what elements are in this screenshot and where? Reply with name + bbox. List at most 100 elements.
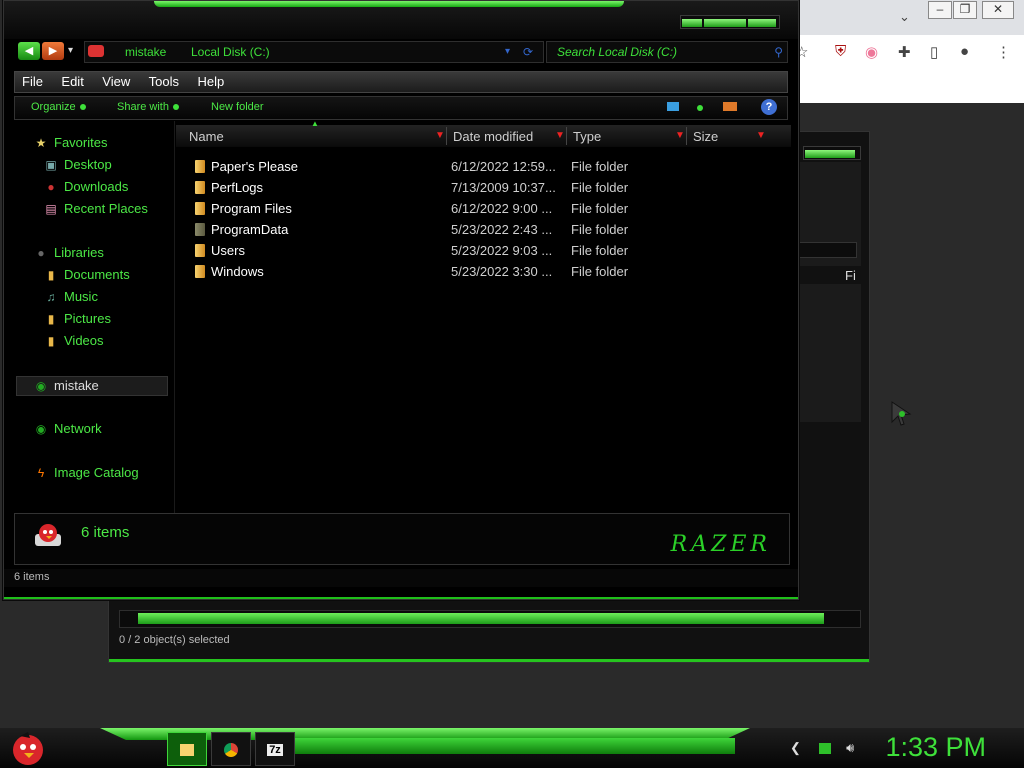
file-type: File folder — [571, 243, 629, 258]
title-bar[interactable] — [4, 1, 798, 39]
explorer-window: ◀ ▶ ▾ mistake Local Disk (C:) ▾ ⟳ Search… — [3, 0, 799, 600]
sidepanel-icon[interactable]: ▯ — [930, 43, 938, 61]
folder-icon — [195, 160, 205, 173]
file-row[interactable]: Windows 5/23/2022 3:30 ... File folder — [189, 262, 789, 283]
nav-image-catalog[interactable]: ϟ Image Catalog — [34, 465, 139, 480]
selection-status: 0 / 2 object(s) selected — [119, 634, 230, 646]
column-fragment: Fi — [845, 268, 856, 283]
chrome-window: ⌄ – ❐ ✕ ☆ ⛨ ◉ ✚ ▯ ● ⋮ — [795, 0, 1024, 103]
search-input[interactable]: Search Local Disk (C:) ⚲ — [546, 41, 788, 63]
nav-user-folder[interactable]: ◉ mistake — [34, 378, 99, 393]
search-icon[interactable]: ⚲ — [774, 42, 783, 62]
star-icon: ★ — [35, 135, 47, 150]
nav-favorites[interactable]: ★ Favorites — [34, 135, 108, 150]
file-row[interactable]: PerfLogs 7/13/2009 10:37... File folder — [189, 178, 789, 199]
minimize-button[interactable] — [682, 19, 702, 27]
view-dropdown-icon[interactable] — [697, 105, 703, 111]
menu-edit[interactable]: Edit — [54, 72, 90, 92]
nav-recent-places[interactable]: ▤ Recent Places — [44, 201, 148, 216]
nav-network[interactable]: ◉ Network — [34, 421, 102, 436]
sort-indicator-icon: ▲ — [311, 119, 319, 128]
preview-pane-icon[interactable] — [723, 102, 737, 111]
menu-view[interactable]: View — [95, 72, 137, 92]
file-row[interactable]: Users 5/23/2022 9:03 ... File folder — [189, 241, 789, 262]
file-row[interactable]: Program Files 6/12/2022 9:00 ... File fold… — [189, 199, 789, 220]
share-with-button[interactable]: Share with — [117, 101, 179, 113]
file-row[interactable]: ProgramData 5/23/2022 2:43 ... File folder — [189, 220, 789, 241]
file-date: 5/23/2022 3:30 ... — [451, 264, 553, 279]
command-bar: Organize Share with New folder ? — [14, 96, 788, 120]
chrome-icon — [224, 742, 238, 757]
documents-icon: ▮ — [47, 267, 55, 282]
folder-icon — [195, 223, 205, 236]
profile-icon[interactable]: ● — [960, 43, 969, 60]
chevron-down-icon[interactable]: ▾ — [505, 42, 510, 62]
puzzle-icon[interactable]: ✚ — [898, 43, 911, 61]
back-button[interactable]: ◀ — [18, 42, 40, 60]
nav-documents[interactable]: ▮ Documents — [44, 267, 130, 282]
forward-button[interactable]: ▶ — [42, 42, 64, 60]
column-name-dropdown-icon[interactable]: ▼ — [435, 130, 445, 141]
close-button[interactable] — [748, 19, 776, 27]
column-type-dropdown-icon[interactable]: ▼ — [675, 130, 685, 141]
file-name: Program Files — [211, 201, 292, 216]
window-controls[interactable] — [803, 146, 861, 160]
taskbar-chrome[interactable] — [211, 732, 251, 766]
address-bar[interactable]: mistake Local Disk (C:) ▾ ⟳ — [84, 41, 544, 63]
menu-tools[interactable]: Tools — [142, 72, 186, 92]
breadcrumb-drive[interactable]: Local Disk (C:) — [191, 42, 270, 62]
chrome-toolbar: ☆ ⛨ ◉ ✚ ▯ ● ⋮ — [795, 35, 1024, 68]
restore-button[interactable]: ❐ — [953, 1, 977, 19]
file-name: Paper's Please — [211, 159, 299, 174]
volume-icon[interactable]: 🔊︎ — [846, 740, 854, 755]
file-date: 5/23/2022 2:43 ... — [451, 222, 553, 237]
system-tray: ❮ 🔊︎ — [790, 740, 854, 756]
progress-bar[interactable] — [119, 610, 861, 628]
file-row[interactable]: Paper's Please 6/12/2022 12:59... File fol… — [189, 157, 789, 178]
file-list: Paper's Please 6/12/2022 12:59... File fol… — [189, 157, 789, 283]
nav-libraries[interactable]: ● Libraries — [34, 245, 103, 260]
nav-pictures[interactable]: ▮ Pictures — [44, 311, 111, 326]
status-bar: 6 items — [4, 569, 798, 587]
details-pane: 6 items RAZER — [14, 513, 790, 565]
taskbar-clock[interactable]: 1:33 PM — [885, 732, 986, 763]
tray-arrow-icon[interactable]: ❮ — [790, 740, 801, 755]
item-count: 6 items — [81, 524, 130, 541]
column-type[interactable]: Type — [573, 129, 601, 144]
column-size[interactable]: Size — [693, 129, 718, 144]
nav-desktop[interactable]: ▣ Desktop — [44, 157, 111, 172]
extension-flag-icon[interactable]: ◉ — [865, 43, 878, 61]
network-tray-icon[interactable] — [818, 743, 831, 755]
close-button[interactable]: ✕ — [982, 1, 1014, 19]
taskbar-explorer[interactable] — [167, 732, 207, 766]
maximize-button[interactable] — [704, 19, 746, 27]
column-date-dropdown-icon[interactable]: ▼ — [555, 130, 565, 141]
new-folder-button[interactable]: New folder — [211, 101, 264, 113]
organize-button[interactable]: Organize — [31, 101, 86, 113]
column-size-dropdown-icon[interactable]: ▼ — [756, 130, 766, 141]
nav-music[interactable]: ♫ Music — [44, 289, 98, 304]
refresh-icon[interactable]: ⟳ — [523, 42, 533, 62]
minimize-button[interactable]: – — [928, 1, 952, 19]
column-date[interactable]: Date modified — [453, 129, 533, 144]
taskbar-7zip[interactable]: 7z — [255, 732, 295, 766]
nav-downloads[interactable]: ● Downloads — [44, 179, 128, 194]
recent-dropdown-icon[interactable]: ▾ — [68, 45, 73, 56]
breadcrumb-user[interactable]: mistake — [125, 42, 166, 62]
file-date: 7/13/2009 10:37... — [451, 180, 556, 195]
nav-videos[interactable]: ▮ Videos — [44, 333, 104, 348]
file-date: 6/12/2022 9:00 ... — [451, 201, 553, 216]
view-options-icon[interactable] — [667, 102, 679, 111]
column-name[interactable]: Name — [189, 129, 224, 144]
start-button[interactable] — [8, 730, 48, 766]
menu-icon[interactable]: ⋮ — [996, 43, 1011, 61]
menu-file[interactable]: File — [15, 72, 50, 92]
file-type: File folder — [571, 222, 629, 237]
menu-bar: File Edit View Tools Help — [14, 71, 788, 93]
window-controls[interactable] — [680, 15, 780, 29]
column-headers: ▲ Name ▼ Date modified ▼ Type ▼ Size ▼ — [176, 119, 791, 147]
help-icon[interactable]: ? — [761, 99, 777, 115]
chevron-down-icon[interactable]: ⌄ — [899, 9, 910, 25]
menu-help[interactable]: Help — [190, 72, 231, 92]
ublock-icon[interactable]: ⛨ — [835, 43, 846, 60]
